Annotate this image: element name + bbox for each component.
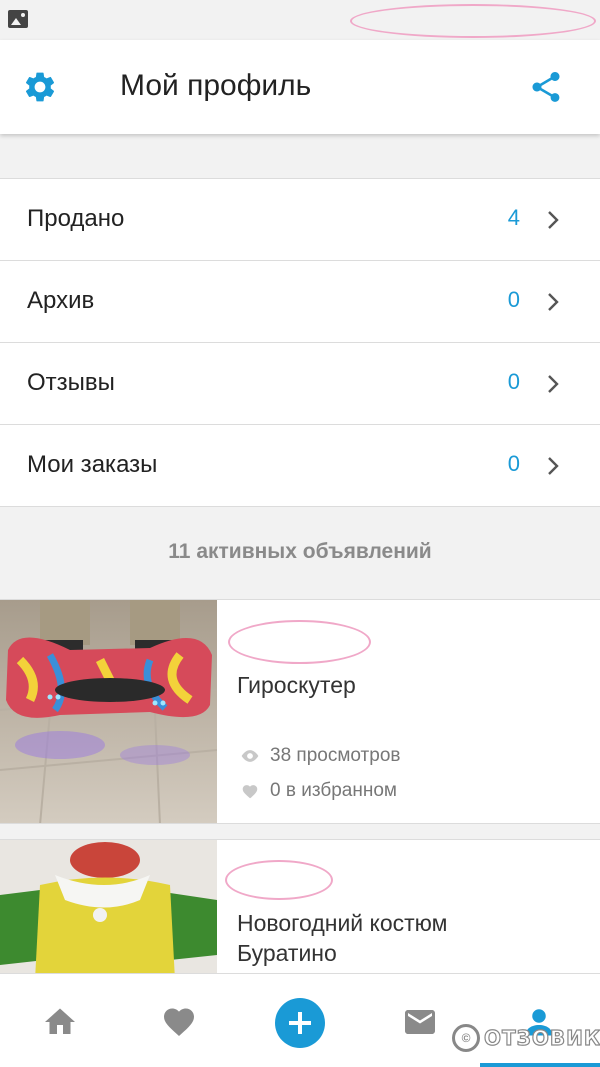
menu-item-label: Архив xyxy=(27,287,95,314)
menu-item-label: Продано xyxy=(27,205,125,232)
chevron-right-icon xyxy=(548,211,559,229)
views-text: 38 просмотров xyxy=(270,745,401,766)
listing-card[interactable]: Новогодний костюм Буратино xyxy=(0,839,600,979)
redaction-oval xyxy=(228,620,371,664)
menu-item-count: 4 xyxy=(507,205,520,230)
watermark-logo-icon: © xyxy=(452,1024,480,1052)
listing-photo xyxy=(0,840,217,978)
watermark-text: ОТЗОВИК xyxy=(483,1025,600,1050)
plus-icon xyxy=(289,1012,311,1034)
listing-favorites: 0 в избранном xyxy=(240,780,397,802)
home-icon[interactable] xyxy=(42,1004,78,1040)
redaction-oval xyxy=(225,860,333,900)
listing-title: Гироскутер xyxy=(237,672,356,698)
chevron-right-icon xyxy=(548,457,559,475)
listing-card[interactable]: Гироскутер 38 просмотров 0 в избранном xyxy=(0,599,600,824)
redaction-oval xyxy=(350,4,596,38)
gear-icon[interactable] xyxy=(22,69,58,105)
favorites-text: 0 в избранном xyxy=(270,780,397,801)
mail-icon[interactable] xyxy=(402,1004,438,1040)
listing-title-line: Буратино xyxy=(237,940,337,966)
menu-item-reviews[interactable]: Отзывы 0 xyxy=(0,343,600,425)
share-icon[interactable] xyxy=(528,69,564,105)
listing-photo xyxy=(0,600,217,823)
menu-item-archive[interactable]: Архив 0 xyxy=(0,261,600,343)
active-tab-indicator xyxy=(480,1063,600,1067)
eye-icon xyxy=(241,750,259,762)
app-bar: Мой профиль xyxy=(0,40,600,134)
listing-title: Новогодний костюм Буратино xyxy=(237,908,447,968)
menu-item-label: Отзывы xyxy=(27,369,115,396)
listing-title-line: Новогодний костюм xyxy=(237,910,448,936)
menu-item-sold[interactable]: Продано 4 xyxy=(0,179,600,261)
page-title: Мой профиль xyxy=(120,69,312,102)
status-bar xyxy=(0,0,600,40)
menu-item-count: 0 xyxy=(507,451,520,476)
menu-item-count: 0 xyxy=(507,287,520,312)
profile-screen: Мой профиль Продано 4 Архив 0 Отзывы 0 М… xyxy=(0,0,600,1067)
chevron-right-icon xyxy=(548,293,559,311)
menu-item-orders[interactable]: Мои заказы 0 xyxy=(0,425,600,507)
menu-item-label: Мои заказы xyxy=(27,451,158,478)
chevron-right-icon xyxy=(548,375,559,393)
heart-icon xyxy=(242,785,258,799)
site-watermark: © ОТЗОВИК xyxy=(452,1024,600,1052)
heart-icon[interactable] xyxy=(161,1004,197,1040)
image-notification-icon xyxy=(8,10,28,28)
menu-item-count: 0 xyxy=(507,369,520,394)
profile-menu: Продано 4 Архив 0 Отзывы 0 Мои заказы 0 xyxy=(0,178,600,507)
bottom-navigation: © ОТЗОВИК xyxy=(0,973,600,1067)
active-listings-heading: 11 активных объявлений xyxy=(168,540,432,563)
listing-views: 38 просмотров xyxy=(240,745,400,767)
add-listing-button[interactable] xyxy=(275,998,325,1048)
